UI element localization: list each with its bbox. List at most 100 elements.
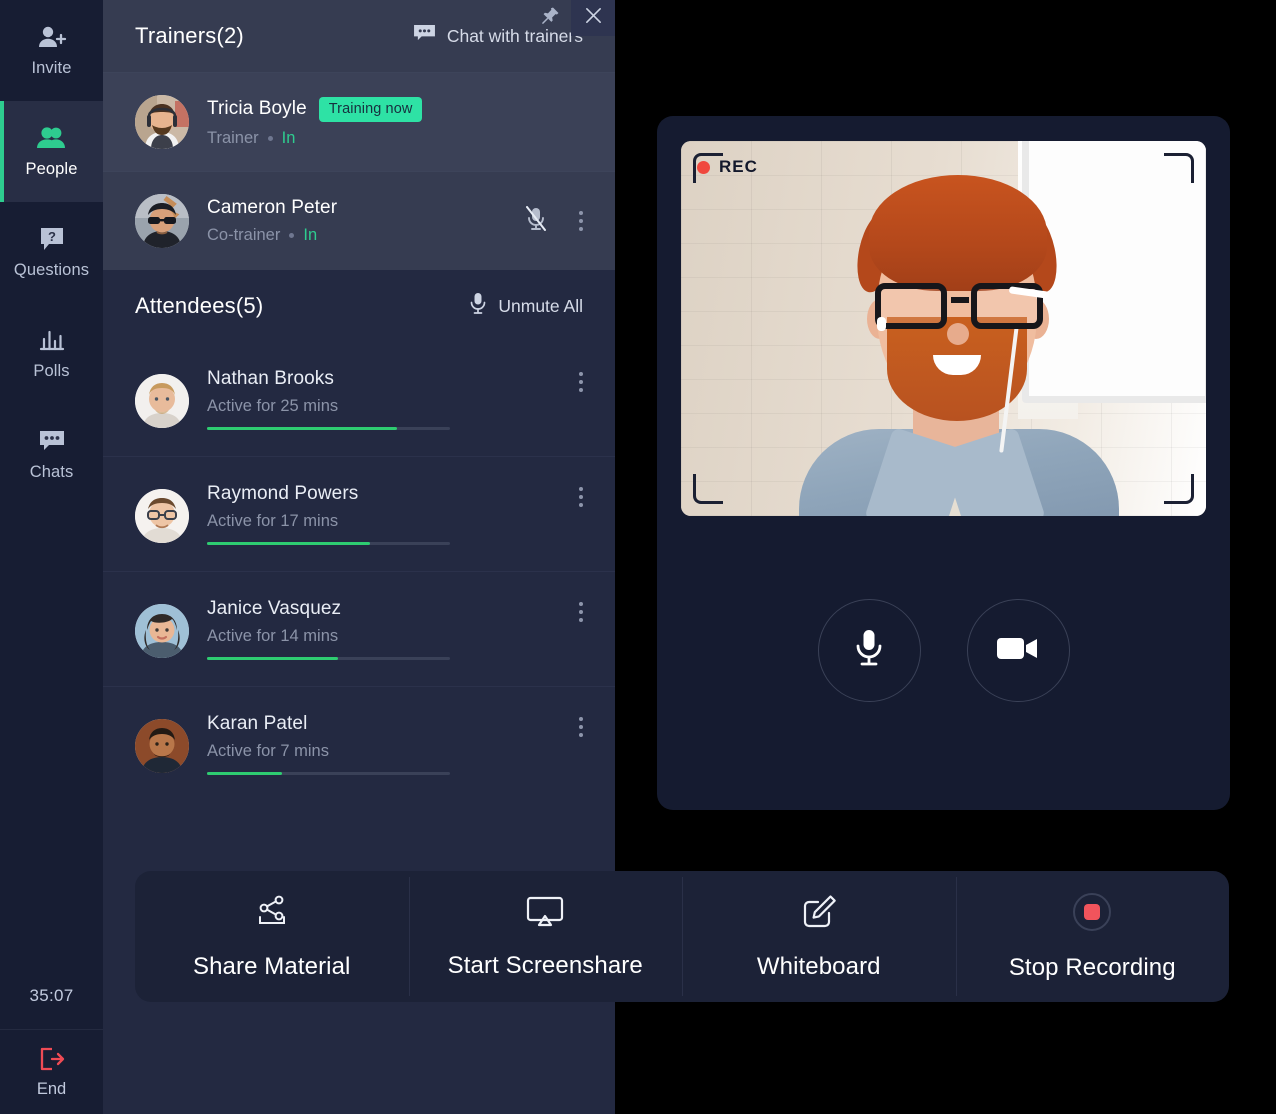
attendee-info: Nathan Brooks Active for 25 mins [207,368,571,430]
attendee-row[interactable]: Janice Vasquez Active for 14 mins [103,572,615,686]
attendee-row[interactable]: Raymond Powers Active for 17 mins [103,457,615,571]
sidebar-item-label: People [25,159,78,178]
attendee-name: Raymond Powers [207,483,359,504]
chats-icon [38,428,66,454]
row-more-button[interactable] [571,368,587,396]
person-presence: In [303,226,318,244]
share-icon [252,893,292,936]
separator-dot [267,135,273,141]
row-actions [571,713,587,741]
trainer-row-cameron[interactable]: Cameron Peter Co-trainer In [103,172,615,270]
person-name: Tricia Boyle [207,98,307,119]
mic-muted-icon[interactable] [525,205,547,237]
sidebar-item-questions[interactable]: ? Questions [0,202,103,303]
activity-progress [207,427,450,430]
sidebar-item-label: Chats [29,462,74,481]
person-name-line: Cameron Peter [207,197,525,219]
person-name: Cameron Peter [207,197,338,218]
attendee-row[interactable]: Karan Patel Active for 7 mins [103,687,615,801]
activity-progress-fill [207,657,339,660]
person-subline: Co-trainer In [207,226,525,245]
person-role: Co-trainer [207,226,281,244]
share-material-label: Share Material [193,952,351,980]
attendee-info: Raymond Powers Active for 17 mins [207,483,571,545]
attendee-row[interactable]: Nathan Brooks Active for 25 mins [103,342,615,456]
stop-recording-button[interactable]: Stop Recording [955,871,1230,1002]
session-timer: 35:07 [0,962,103,1030]
trainer-row-tricia[interactable]: Tricia Boyle Training now Trainer In [103,73,615,171]
session-toolbar: Share Material Start Screenshare Whitebo… [135,871,1229,1002]
end-session-button[interactable]: End [0,1030,103,1114]
sidebar-nav: Invite People ? Questions Polls Chats [0,0,103,505]
toggle-microphone-button[interactable] [817,599,921,702]
row-more-button[interactable] [571,713,587,741]
activity-progress-fill [207,542,370,545]
sidebar-item-chats[interactable]: Chats [0,404,103,505]
sidebar-item-people[interactable]: People [0,101,103,202]
row-actions [571,598,587,626]
video-camera-icon [995,632,1041,669]
attendee-status: Active for 7 mins [207,742,329,760]
sidebar-item-label: Polls [33,361,70,380]
frame-corner-bottom-left [693,474,723,504]
row-more-button[interactable] [571,483,587,511]
start-screenshare-button[interactable]: Start Screenshare [408,871,683,1002]
microphone-icon [851,626,887,675]
media-controls [657,599,1230,702]
whiteboard-icon [799,893,839,936]
unmute-all-button[interactable]: Unmute All [469,292,583,320]
avatar [135,194,189,248]
person-subline: Trainer In [207,129,587,148]
avatar [135,604,189,658]
attendees-title: Attendees(5) [135,293,264,318]
pin-icon [541,6,560,30]
sidebar-item-invite[interactable]: Invite [0,0,103,101]
row-actions [571,483,587,511]
frame-corner-top-right [1164,153,1194,183]
person-role: Trainer [207,128,259,147]
person-presence: In [281,128,296,147]
speaker-video-image [681,141,1206,516]
screenshare-icon [524,894,566,935]
avatar [135,719,189,773]
invite-icon [37,24,67,50]
frame-corner-bottom-right [1164,474,1194,504]
sidebar-item-label: Invite [31,58,72,77]
start-screenshare-label: Start Screenshare [447,951,643,979]
stop-recording-label: Stop Recording [1008,953,1176,981]
attendee-info: Karan Patel Active for 7 mins [207,713,571,775]
row-actions [525,205,587,237]
people-icon [36,125,68,151]
row-actions [571,368,587,396]
attendee-status: Active for 14 mins [207,627,339,645]
close-panel-button[interactable] [571,0,615,36]
toggle-camera-button[interactable] [966,599,1070,702]
avatar [135,489,189,543]
activity-progress [207,772,450,775]
timer-value: 35:07 [29,985,74,1005]
close-icon [584,6,603,30]
attendee-name: Karan Patel [207,713,308,734]
activity-progress [207,542,450,545]
whiteboard-label: Whiteboard [756,952,881,980]
video-feed: REC [681,141,1206,516]
microphone-icon [469,292,487,320]
row-more-button[interactable] [571,598,587,626]
attendee-status: Active for 17 mins [207,512,339,530]
person-info: Cameron Peter Co-trainer In [207,197,525,245]
person-name-line: Tricia Boyle Training now [207,96,587,122]
attendee-name: Nathan Brooks [207,368,334,389]
recording-label: REC [719,157,758,176]
share-material-button[interactable]: Share Material [135,871,409,1002]
row-more-button[interactable] [571,207,587,235]
whiteboard-button[interactable]: Whiteboard [682,871,956,1002]
video-card: REC [657,116,1230,810]
sidebar-item-polls[interactable]: Polls [0,303,103,404]
stop-record-icon [1072,892,1112,937]
person-info: Tricia Boyle Training now Trainer In [207,96,587,148]
app-root: Invite People ? Questions Polls Chats 35… [0,0,1276,1114]
pin-panel-button[interactable] [529,0,571,36]
exit-icon [38,1046,66,1072]
trainers-title: Trainers(2) [135,23,244,48]
